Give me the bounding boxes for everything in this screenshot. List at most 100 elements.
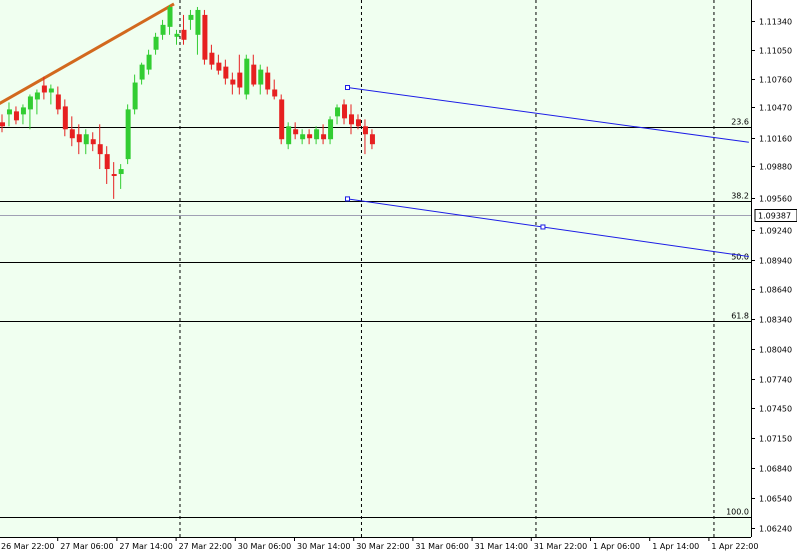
time-tick-label-12: 1 Apr 22:00 — [711, 542, 758, 551]
chart-window[interactable]: 23.6 38.2 50.0 61.8 100.0 1.11340 1.11050 1.10… — [0, 0, 797, 554]
time-tick-label-0: 26 Mar 22:00 — [1, 542, 54, 551]
candle-body — [286, 126, 292, 145]
price-tick-label-5: 1.09880 — [759, 163, 792, 172]
candle-body — [13, 111, 19, 121]
price-tick-label-3: 1.10470 — [759, 104, 792, 113]
candle-body — [307, 134, 313, 139]
candle-body — [230, 79, 236, 85]
candle-body — [258, 69, 264, 85]
candle-body — [251, 64, 257, 85]
candle-body — [174, 33, 180, 37]
candle-29 — [202, 9, 208, 65]
candle-35 — [244, 54, 250, 100]
candle-body — [328, 119, 334, 140]
candle-body — [223, 66, 229, 79]
candle-body — [97, 144, 103, 155]
candle-body — [237, 72, 243, 88]
candle-body — [209, 52, 215, 65]
price-tick-label-8: 1.08940 — [759, 257, 792, 266]
candle-body — [160, 24, 166, 35]
candle-body — [355, 119, 361, 127]
time-tick-label-2: 27 Mar 14:00 — [119, 542, 172, 551]
fib-level-label-1: 38.2 — [731, 192, 749, 201]
time-tick-label-6: 30 Mar 22:00 — [356, 542, 409, 551]
candle-body — [76, 134, 82, 143]
price-tick-label-16: 1.06540 — [759, 495, 792, 504]
candle-body — [104, 154, 110, 170]
time-tick-label-7: 31 Mar 06:00 — [415, 542, 468, 551]
time-tick-label-8: 31 Mar 14:00 — [475, 542, 528, 551]
candle-body — [362, 126, 368, 135]
time-tick-label-9: 31 Mar 22:00 — [534, 542, 587, 551]
price-tick-label-12: 1.07740 — [759, 376, 792, 385]
price-axis: 1.11340 1.11050 1.10760 1.10470 1.10160 1.098… — [751, 0, 797, 537]
price-tick-label-7: 1.09240 — [759, 227, 792, 236]
plot-area — [0, 0, 751, 537]
candle-body — [0, 122, 5, 127]
candle-body — [293, 129, 299, 135]
price-tick-label-15: 1.06840 — [759, 465, 792, 474]
candle-body — [111, 174, 117, 177]
price-tick-label-9: 1.08640 — [759, 286, 792, 295]
candle-body — [321, 134, 327, 140]
time-tick-label-11: 1 Apr 14:00 — [652, 542, 699, 551]
current-price-label: 1.09387 — [758, 212, 791, 221]
candle-body — [244, 58, 250, 95]
candle-body — [139, 64, 145, 80]
channel-handle-lower[interactable] — [345, 196, 351, 202]
candle-body — [167, 6, 173, 27]
candle-body — [27, 96, 33, 110]
candle-body — [216, 62, 222, 71]
candle-body — [34, 92, 40, 100]
candle-body — [20, 107, 26, 115]
time-tick-label-10: 1 Apr 06:00 — [593, 542, 640, 551]
price-tick-label-17: 1.06240 — [759, 525, 792, 534]
candle-body — [90, 139, 96, 145]
price-tick-label-2: 1.10760 — [759, 76, 792, 85]
price-tick-label-1: 1.11050 — [759, 47, 792, 56]
channel-handle-mid[interactable] — [540, 224, 546, 230]
candle-body — [125, 109, 131, 160]
fib-level-label-4: 100.0 — [726, 508, 749, 517]
candle-body — [62, 106, 68, 130]
fib-level-label-2: 50.0 — [731, 253, 749, 262]
candle-body — [6, 109, 12, 115]
candle-body — [153, 36, 159, 50]
price-tick-label-14: 1.07150 — [759, 435, 792, 444]
price-tick-label-11: 1.08040 — [759, 346, 792, 355]
time-tick-label-1: 27 Mar 06:00 — [60, 542, 113, 551]
candle-body — [265, 72, 271, 90]
candle-body — [181, 29, 187, 40]
fib-level-label-0: 23.6 — [731, 118, 749, 127]
time-axis: 26 Mar 22:00 27 Mar 06:00 27 Mar 14:00 27 M… — [0, 537, 758, 551]
candle-40 — [279, 94, 285, 145]
candle-body — [83, 134, 89, 145]
candle-body — [349, 114, 354, 125]
price-tick-label-13: 1.07450 — [759, 405, 792, 414]
candle-body — [69, 129, 75, 139]
candle-body — [342, 104, 348, 119]
candle-body — [55, 94, 61, 110]
candle-body — [41, 85, 47, 93]
channel-handle-upper[interactable] — [345, 85, 351, 91]
chart-canvas[interactable]: 23.6 38.2 50.0 61.8 100.0 1.11340 1.11050 1.10… — [0, 0, 797, 554]
price-tick-label-10: 1.08340 — [759, 316, 792, 325]
time-tick-label-3: 27 Mar 22:00 — [179, 542, 232, 551]
candle-body — [335, 107, 341, 117]
candle-body — [279, 99, 285, 140]
price-tick-label-0: 1.11340 — [759, 18, 792, 27]
time-tick-label-4: 30 Mar 06:00 — [238, 542, 291, 551]
candle-body — [48, 88, 54, 93]
candle-body — [188, 14, 194, 20]
fib-level-label-3: 61.8 — [731, 312, 749, 321]
candle-body — [300, 134, 306, 140]
price-tick-label-4: 1.10160 — [759, 135, 792, 144]
candle-18 — [125, 104, 131, 165]
candle-body — [118, 169, 124, 175]
time-tick-label-5: 30 Mar 14:00 — [297, 542, 350, 551]
candle-body — [202, 14, 208, 60]
candle-body — [272, 89, 278, 97]
candle-body — [146, 54, 152, 70]
candle-body — [314, 129, 320, 140]
price-tick-label-6: 1.09560 — [759, 195, 792, 204]
